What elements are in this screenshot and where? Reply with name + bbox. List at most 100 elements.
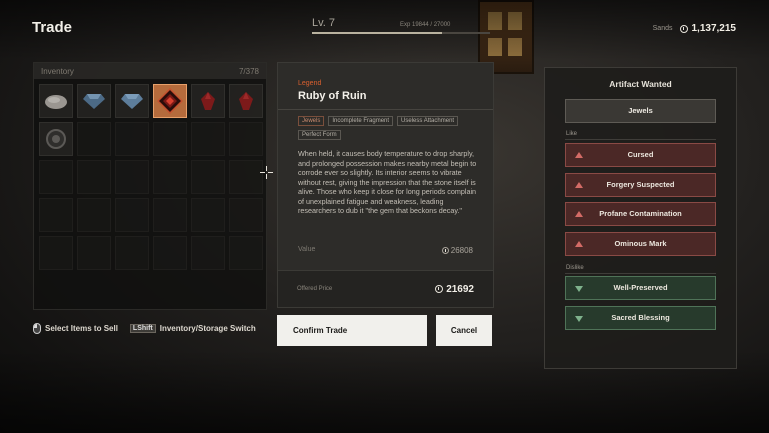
value-amount: 26808: [441, 246, 473, 255]
arrow-up-icon: [575, 152, 583, 158]
dark-disc-icon: [45, 128, 67, 150]
item-tags: Jewels Incomplete Fragment Useless Attachm…: [298, 116, 478, 140]
cancel-button[interactable]: Cancel: [436, 315, 492, 346]
inventory-slot-empty: [153, 198, 187, 232]
inventory-slot-empty: [115, 236, 149, 270]
inventory-slot-empty: [77, 236, 111, 270]
inventory-slot[interactable]: [229, 84, 263, 118]
exp-bar-fill: [312, 32, 442, 34]
offered-price-row: Offered Price 21692: [278, 270, 493, 307]
coin-icon: [441, 247, 449, 254]
inventory-slot-empty: [115, 160, 149, 194]
inventory-capacity: 7/378: [238, 66, 259, 76]
artifact-wanted-title: Artifact Wanted: [609, 79, 672, 89]
item-tag: Jewels: [298, 116, 325, 126]
dislike-divider: [565, 273, 716, 274]
inventory-slot-empty: [229, 198, 263, 232]
blue-gem-icon: [83, 92, 105, 110]
like-trait-label: Cursed: [627, 150, 654, 159]
like-trait: Cursed: [565, 143, 716, 167]
inventory-slot[interactable]: [77, 84, 111, 118]
like-trait-label: Forgery Suspected: [606, 179, 675, 189]
item-name: Ruby of Ruin: [298, 90, 367, 102]
inventory-slot[interactable]: [39, 122, 73, 156]
ruby-of-ruin-icon: [157, 88, 183, 114]
offered-number: 21692: [446, 283, 474, 295]
inventory-grid: [34, 79, 266, 275]
offered-amount: 21692: [435, 284, 474, 295]
arrow-up-icon: [575, 181, 583, 188]
item-description: When held, it causes body temperature to…: [298, 149, 477, 215]
inventory-title: Inventory: [41, 66, 74, 76]
value-label: Value: [298, 246, 316, 253]
arrow-down-icon: [575, 286, 583, 292]
inventory-slot-empty: [229, 122, 263, 156]
inventory-slot[interactable]: [191, 84, 225, 118]
item-detail-panel: Legend Ruby of Ruin Jewels Incomplete Fra…: [277, 62, 494, 308]
inventory-slot-empty: [229, 236, 263, 270]
crosshair-cursor-icon: [260, 166, 273, 179]
dislike-trait: Sacred Blessing: [565, 305, 716, 330]
currency-value: 1,137,215: [691, 23, 737, 34]
like-label: Like: [566, 131, 578, 137]
dislike-label: Dislike: [566, 265, 584, 271]
like-trait: Profane Contamination: [565, 202, 716, 226]
like-divider: [565, 139, 716, 140]
inventory-slot-empty: [115, 198, 149, 232]
item-rarity: Legend: [298, 80, 322, 87]
red-shard-icon: [199, 91, 217, 111]
dislike-trait: Well-Preserved: [565, 276, 716, 300]
currency-label: Sands: [652, 25, 673, 32]
inventory-slot[interactable]: [39, 84, 73, 118]
key-lshift: LShift: [129, 324, 156, 333]
inventory-slot-empty: [39, 160, 73, 194]
currency-display: Sands 1,137,215: [653, 23, 736, 34]
item-tag: Useless Attachment: [397, 116, 459, 126]
mouse-left-icon: [33, 323, 41, 334]
inventory-slot-empty: [229, 160, 263, 194]
exp-text: Exp 19844 / 27000: [400, 22, 451, 28]
item-tag: Perfect Form: [298, 130, 341, 140]
player-level: Lv. 7: [312, 17, 336, 29]
inventory-slot[interactable]: [115, 84, 149, 118]
inventory-slot-empty: [153, 160, 187, 194]
arrow-up-icon: [575, 211, 583, 217]
arrow-down-icon: [575, 315, 583, 322]
red-shard-icon: [237, 91, 255, 111]
inventory-slot-empty: [153, 236, 187, 270]
inventory-slot-empty: [39, 236, 73, 270]
coin-icon: [679, 24, 688, 33]
dislike-trait-label: Well-Preserved: [613, 283, 668, 292]
divider: [278, 109, 493, 110]
inventory-slot-empty: [115, 122, 149, 156]
offered-label: Offered Price: [297, 286, 333, 292]
inventory-slot-empty: [191, 198, 225, 232]
inventory-slot-empty: [191, 122, 225, 156]
like-trait: Forgery Suspected: [565, 172, 716, 197]
inventory-slot-empty: [77, 198, 111, 232]
confirm-trade-button[interactable]: Confirm Trade: [277, 315, 427, 346]
inventory-slot-empty: [39, 198, 73, 232]
hint-switch: Inventory/Storage Switch: [159, 324, 256, 333]
value-number: 26808: [450, 246, 473, 255]
blue-gem-icon: [121, 92, 143, 110]
inventory-slot-empty: [153, 122, 187, 156]
hint-select: Select Items to Sell: [45, 324, 118, 333]
control-hints: Select Items to Sell LShift Inventory/St…: [33, 323, 256, 334]
inventory-slot-empty: [77, 160, 111, 194]
dislike-trait-label: Sacred Blessing: [611, 312, 670, 322]
item-tag: Incomplete Fragment: [328, 116, 394, 126]
gray-stone-icon: [44, 92, 68, 110]
item-value-row: Value 26808: [298, 246, 473, 255]
inventory-panel: Inventory 7/378: [33, 62, 267, 310]
inventory-slot[interactable]: [153, 84, 187, 118]
wanted-category: Jewels: [565, 99, 716, 123]
arrow-up-icon: [575, 240, 583, 247]
coin-icon: [435, 285, 444, 293]
like-trait-label: Profane Contamination: [599, 209, 682, 218]
inventory-header: Inventory 7/378: [34, 63, 266, 79]
page-title: Trade: [32, 19, 73, 36]
inventory-slot-empty: [77, 122, 111, 156]
artifact-wanted-panel: Artifact Wanted Jewels Like Cursed Forger…: [544, 67, 737, 369]
like-trait: Ominous Mark: [565, 231, 716, 256]
